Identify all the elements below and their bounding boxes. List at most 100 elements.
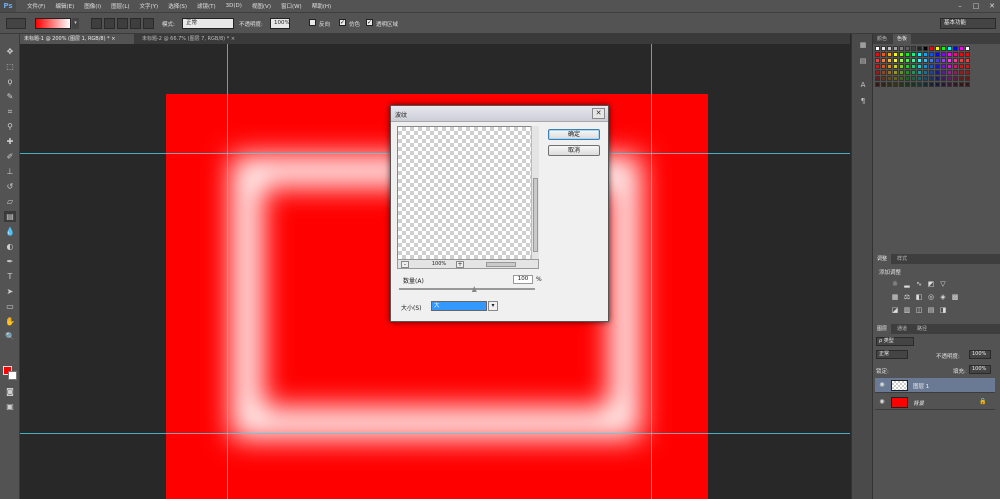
- color-swatch[interactable]: [941, 64, 946, 69]
- color-swatch[interactable]: [953, 64, 958, 69]
- exposure-icon[interactable]: ◩: [927, 280, 935, 288]
- color-swatch[interactable]: [893, 58, 898, 63]
- gradient-icon[interactable]: ▤: [4, 211, 16, 222]
- color-swatch[interactable]: [875, 52, 880, 57]
- color-swatch[interactable]: [923, 82, 928, 87]
- menu-view[interactable]: 视图(V): [247, 2, 276, 10]
- color-swatch[interactable]: [911, 82, 916, 87]
- angle-gradient-icon[interactable]: [117, 18, 128, 29]
- color-swatch[interactable]: [905, 82, 910, 87]
- color-swatch[interactable]: [911, 70, 916, 75]
- color-swatch[interactable]: [917, 58, 922, 63]
- color-swatch[interactable]: [959, 64, 964, 69]
- color-swatch[interactable]: [959, 82, 964, 87]
- background-color-swatch[interactable]: [8, 371, 17, 380]
- tab-document-1[interactable]: 未标题-1 @ 200% (图层 1, RGB/8) * ×: [20, 34, 134, 44]
- dodge-icon[interactable]: ◐: [4, 241, 16, 252]
- lasso-icon[interactable]: ϙ: [4, 76, 16, 87]
- curves-icon[interactable]: ∿: [915, 280, 923, 288]
- properties-panel-icon[interactable]: ▤: [858, 56, 868, 66]
- color-swatch[interactable]: [923, 76, 928, 81]
- ok-button[interactable]: 确定: [548, 129, 600, 140]
- color-swatch[interactable]: [929, 76, 934, 81]
- menu-type[interactable]: 文字(Y): [135, 2, 164, 10]
- eye-icon[interactable]: ◉: [878, 381, 886, 389]
- guide-vertical[interactable]: [227, 44, 228, 499]
- guide-horizontal[interactable]: [20, 433, 850, 434]
- color-swatch[interactable]: [947, 52, 952, 57]
- color-swatch[interactable]: [953, 46, 958, 51]
- color-swatch[interactable]: [935, 70, 940, 75]
- color-swatch[interactable]: [875, 64, 880, 69]
- color-swatch[interactable]: [935, 58, 940, 63]
- menu-3d[interactable]: 3D(D): [221, 3, 247, 9]
- photo-filter-icon[interactable]: ◎: [927, 293, 935, 301]
- color-swatch[interactable]: [947, 82, 952, 87]
- color-swatch[interactable]: [887, 82, 892, 87]
- menu-help[interactable]: 帮助(H): [307, 2, 336, 10]
- reflected-gradient-icon[interactable]: [130, 18, 141, 29]
- healing-icon[interactable]: ✚: [4, 136, 16, 147]
- dialog-title-bar[interactable]: 波纹: [391, 106, 608, 122]
- color-swatch[interactable]: [947, 64, 952, 69]
- color-swatch[interactable]: [911, 76, 916, 81]
- color-swatch[interactable]: [965, 82, 970, 87]
- color-swatch[interactable]: [935, 76, 940, 81]
- color-swatch[interactable]: [875, 46, 880, 51]
- move-icon[interactable]: ✥: [4, 46, 16, 57]
- color-swatch[interactable]: [929, 46, 934, 51]
- sun-icon[interactable]: ☼: [891, 280, 899, 288]
- tab-styles[interactable]: 样式: [893, 254, 911, 264]
- history-panel-icon[interactable]: ▦: [858, 40, 868, 50]
- character-panel-icon[interactable]: A: [858, 80, 868, 90]
- color-swatch[interactable]: [887, 46, 892, 51]
- color-swatch[interactable]: [941, 46, 946, 51]
- color-swatch[interactable]: [899, 76, 904, 81]
- color-swatch[interactable]: [893, 46, 898, 51]
- color-swatch[interactable]: [905, 70, 910, 75]
- color-swatch[interactable]: [899, 82, 904, 87]
- color-swatch[interactable]: [923, 64, 928, 69]
- paragraph-panel-icon[interactable]: ¶: [858, 96, 868, 106]
- color-swatch[interactable]: [959, 70, 964, 75]
- workspace-select[interactable]: 基本功能: [940, 18, 996, 29]
- fill-input[interactable]: 100%: [969, 365, 991, 374]
- color-swatch[interactable]: [965, 46, 970, 51]
- color-swatch[interactable]: [947, 76, 952, 81]
- color-swatch[interactable]: [929, 70, 934, 75]
- hand-icon[interactable]: ✋: [4, 316, 16, 327]
- color-swatch[interactable]: [917, 64, 922, 69]
- layer-name[interactable]: 背景: [913, 399, 924, 407]
- color-swatch[interactable]: [917, 82, 922, 87]
- radial-gradient-icon[interactable]: [104, 18, 115, 29]
- zoom-icon[interactable]: 🔍: [4, 331, 16, 342]
- mixer-icon[interactable]: ◈: [939, 293, 947, 301]
- color-swatch[interactable]: [953, 52, 958, 57]
- maximize-icon[interactable]: □: [972, 2, 980, 10]
- color-swatch[interactable]: [923, 70, 928, 75]
- mode-select[interactable]: 正常: [182, 18, 234, 29]
- tab-channels[interactable]: 通道: [893, 324, 911, 334]
- filter-preview[interactable]: [397, 126, 539, 267]
- pen-icon[interactable]: ✒: [4, 256, 16, 267]
- preview-horizontal-scroll-thumb[interactable]: [486, 262, 516, 267]
- gradient-map-icon[interactable]: ▤: [927, 306, 935, 314]
- color-swatch[interactable]: [953, 82, 958, 87]
- color-swatch[interactable]: [917, 52, 922, 57]
- screen-mode-icon[interactable]: ▣: [4, 401, 16, 412]
- path-select-icon[interactable]: ➤: [4, 286, 16, 297]
- color-swatch[interactable]: [911, 46, 916, 51]
- layer-kind-filter[interactable]: ρ 类型: [876, 337, 914, 346]
- menu-select[interactable]: 选择(S): [163, 2, 192, 10]
- color-swatch[interactable]: [881, 58, 886, 63]
- rectangle-icon[interactable]: ▭: [4, 301, 16, 312]
- vibrance-icon[interactable]: ▽: [939, 280, 947, 288]
- crop-icon[interactable]: ⌗: [4, 106, 16, 117]
- color-swatch[interactable]: [875, 76, 880, 81]
- color-swatch[interactable]: [875, 70, 880, 75]
- menu-window[interactable]: 窗口(W): [276, 2, 307, 10]
- color-swatch[interactable]: [923, 58, 928, 63]
- tool-preset-picker[interactable]: [6, 18, 26, 29]
- color-swatch[interactable]: [875, 58, 880, 63]
- color-swatch[interactable]: [881, 76, 886, 81]
